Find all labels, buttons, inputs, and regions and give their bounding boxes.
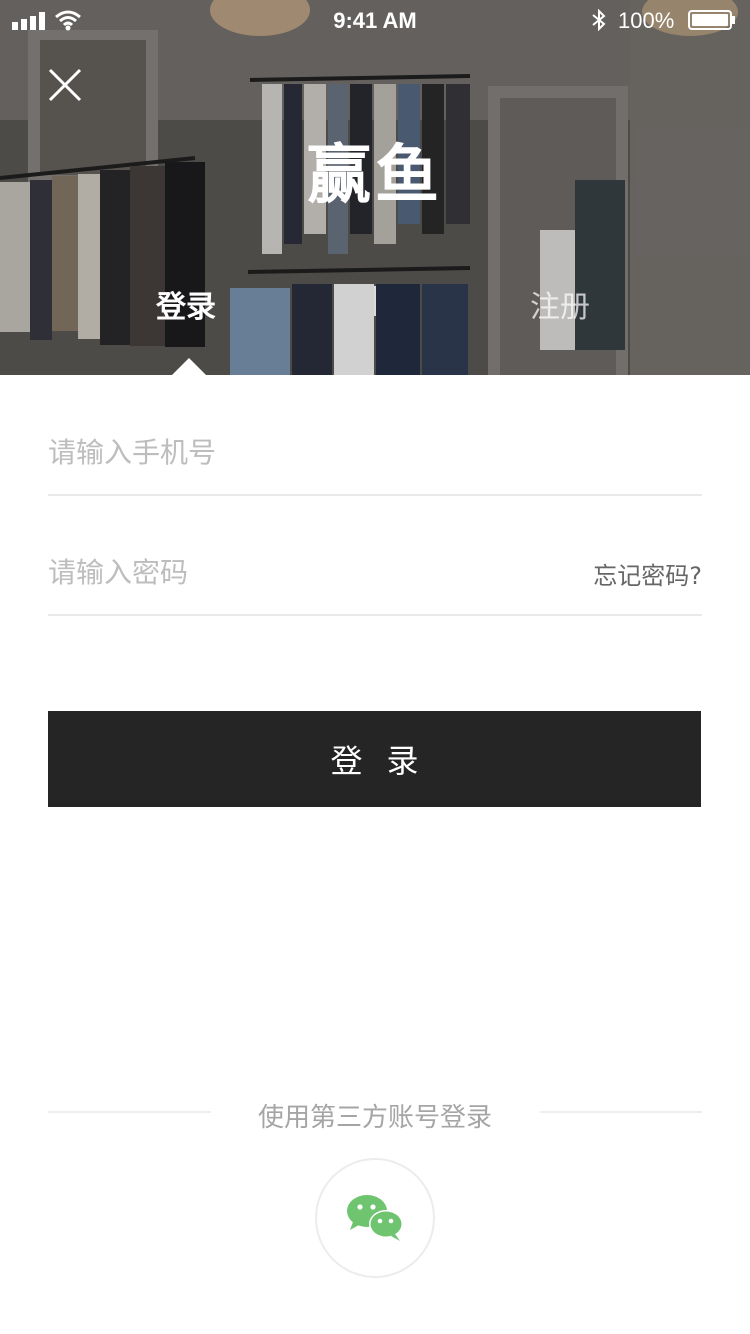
phone-input[interactable] — [48, 430, 548, 474]
wechat-icon — [347, 1195, 403, 1241]
close-icon[interactable] — [40, 62, 90, 108]
tab-register[interactable]: 注册 — [530, 282, 590, 326]
tab-login[interactable]: 登录 — [156, 282, 216, 326]
bluetooth-icon — [592, 9, 606, 31]
divider-right — [540, 1111, 702, 1113]
login-button[interactable]: 登录 — [48, 711, 701, 807]
active-tab-indicator — [172, 358, 206, 375]
status-bar: 9:41 AM 100% — [0, 0, 750, 40]
battery-percent: 100% — [618, 8, 675, 33]
password-field-row: 忘记密码? — [48, 494, 702, 616]
third-party-title: 使用第三方账号登录 — [257, 1103, 492, 1133]
brand-title: 赢鱼 — [307, 139, 443, 213]
header-hero: 9:41 AM 100% 赢鱼 登录 注册 — [0, 0, 750, 375]
password-input[interactable] — [48, 550, 548, 594]
wechat-login-button[interactable] — [315, 1158, 435, 1278]
battery-icon — [688, 10, 735, 30]
forgot-password-link[interactable]: 忘记密码? — [593, 556, 702, 591]
tab-divider — [374, 286, 376, 316]
phone-field-row — [48, 374, 702, 496]
